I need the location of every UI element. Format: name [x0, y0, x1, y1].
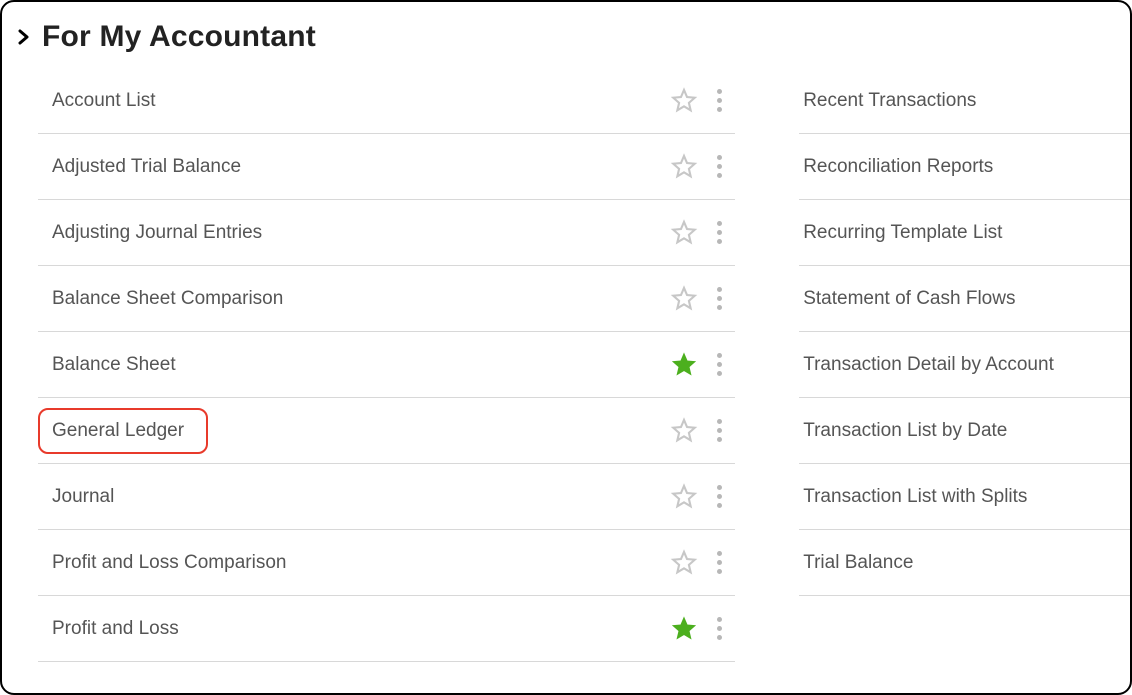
report-label[interactable]: Profit and Loss Comparison	[38, 552, 667, 574]
report-label[interactable]: Balance Sheet	[38, 354, 667, 376]
star-outline-icon[interactable]	[667, 282, 701, 316]
report-row[interactable]: Transaction Detail by Account	[799, 332, 1130, 398]
row-actions	[667, 612, 735, 646]
star-outline-icon[interactable]	[667, 480, 701, 514]
report-label[interactable]: Adjusting Journal Entries	[38, 222, 667, 244]
section-title: For My Accountant	[42, 20, 316, 54]
kebab-menu-icon[interactable]	[707, 282, 731, 316]
report-row[interactable]: Statement of Cash Flows	[799, 266, 1130, 332]
report-label[interactable]: General Ledger	[38, 420, 667, 442]
report-row[interactable]: Adjusting Journal Entries	[38, 200, 735, 266]
report-columns: Account List Adjusted Trial Balance Adjust…	[2, 68, 1130, 662]
report-row[interactable]: Journal	[38, 464, 735, 530]
kebab-menu-icon[interactable]	[707, 216, 731, 250]
report-label[interactable]: Transaction List with Splits	[799, 486, 1130, 508]
row-actions	[667, 84, 735, 118]
kebab-menu-icon[interactable]	[707, 480, 731, 514]
section-header: For My Accountant	[2, 20, 1130, 68]
report-list-right: Recent Transactions Reconciliation Report…	[799, 68, 1130, 596]
row-actions	[667, 480, 735, 514]
kebab-menu-icon[interactable]	[707, 84, 731, 118]
star-outline-icon[interactable]	[667, 546, 701, 580]
report-label[interactable]: Statement of Cash Flows	[799, 288, 1130, 310]
report-list-left: Account List Adjusted Trial Balance Adjust…	[38, 68, 735, 662]
row-actions	[667, 216, 735, 250]
star-outline-icon[interactable]	[667, 414, 701, 448]
kebab-menu-icon[interactable]	[707, 414, 731, 448]
report-row[interactable]: Adjusted Trial Balance	[38, 134, 735, 200]
kebab-menu-icon[interactable]	[707, 546, 731, 580]
star-filled-icon[interactable]	[667, 348, 701, 382]
row-actions	[667, 282, 735, 316]
kebab-menu-icon[interactable]	[707, 612, 731, 646]
report-row[interactable]: Trial Balance	[799, 530, 1130, 596]
kebab-menu-icon[interactable]	[707, 348, 731, 382]
report-row[interactable]: Reconciliation Reports	[799, 134, 1130, 200]
chevron-right-icon[interactable]	[10, 23, 38, 51]
report-label[interactable]: Recent Transactions	[799, 90, 1130, 112]
row-actions	[667, 414, 735, 448]
report-section-frame: For My Accountant Account List Adjusted T…	[0, 0, 1132, 695]
report-label[interactable]: Journal	[38, 486, 667, 508]
report-label[interactable]: Recurring Template List	[799, 222, 1130, 244]
report-row[interactable]: Recurring Template List	[799, 200, 1130, 266]
row-actions	[667, 546, 735, 580]
report-row[interactable]: Balance Sheet Comparison	[38, 266, 735, 332]
report-row[interactable]: Transaction List by Date	[799, 398, 1130, 464]
report-row[interactable]: Profit and Loss Comparison	[38, 530, 735, 596]
report-label[interactable]: Profit and Loss	[38, 618, 667, 640]
report-row[interactable]: Transaction List with Splits	[799, 464, 1130, 530]
star-filled-icon[interactable]	[667, 612, 701, 646]
star-outline-icon[interactable]	[667, 150, 701, 184]
report-label[interactable]: Trial Balance	[799, 552, 1130, 574]
report-label[interactable]: Adjusted Trial Balance	[38, 156, 667, 178]
report-row[interactable]: Account List	[38, 68, 735, 134]
star-outline-icon[interactable]	[667, 216, 701, 250]
star-outline-icon[interactable]	[667, 84, 701, 118]
report-label[interactable]: Transaction List by Date	[799, 420, 1130, 442]
row-actions	[667, 348, 735, 382]
kebab-menu-icon[interactable]	[707, 150, 731, 184]
row-actions	[667, 150, 735, 184]
report-row[interactable]: Balance Sheet	[38, 332, 735, 398]
report-label[interactable]: Reconciliation Reports	[799, 156, 1130, 178]
report-row[interactable]: Profit and Loss	[38, 596, 735, 662]
report-row[interactable]: General Ledger	[38, 398, 735, 464]
report-row[interactable]: Recent Transactions	[799, 68, 1130, 134]
report-label[interactable]: Account List	[38, 90, 667, 112]
report-label[interactable]: Transaction Detail by Account	[799, 354, 1130, 376]
report-label[interactable]: Balance Sheet Comparison	[38, 288, 667, 310]
